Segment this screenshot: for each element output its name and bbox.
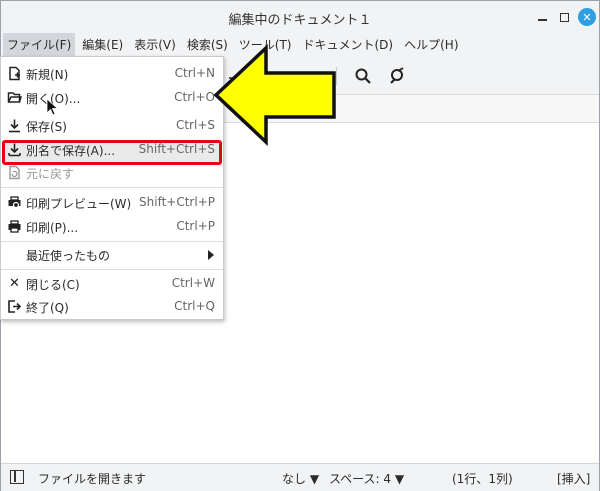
shortcut-label: Shift+Ctrl+P [139,195,215,209]
menu-help[interactable]: ヘルプ(H) [400,33,462,57]
shortcut-label: Ctrl+P [176,219,215,233]
printer-icon [8,220,21,233]
quit-icon [8,300,22,313]
menu-item-label: 別名で保存(A)... [26,144,116,158]
cursor-position: (1行、1列) [452,472,513,486]
shortcut-label: Ctrl+Q [174,299,215,313]
maximize-button[interactable] [555,8,573,26]
menu-item-label: 終了(Q) [26,301,69,315]
menu-item-save-as[interactable]: 別名で保存(A)... Shift+Ctrl+S [1,138,223,162]
tab-width-selector[interactable]: スペース: 4 ▼ [329,470,404,487]
shortcut-label: Ctrl+O [174,90,215,104]
status-bar: ファイルを開きます なし ▼ スペース: 4 ▼ (1行、1列) [挿入] [1,463,599,491]
syntax-highlight-selector[interactable]: なし ▼ [282,470,319,487]
close-icon: ✕ [582,10,592,24]
close-window-button[interactable]: ✕ [578,8,596,26]
menu-item-new[interactable]: 新規(N) Ctrl+N [1,62,223,86]
new-document-icon [9,66,20,81]
minimize-button[interactable] [533,8,551,26]
menu-edit[interactable]: 編集(E) [78,33,127,57]
menu-separator [1,269,223,270]
menu-separator [1,187,223,188]
menu-item-revert: 元に戻す [1,161,223,185]
menu-item-label: 印刷プレビュー(W) [26,197,132,211]
menu-separator [1,241,223,242]
side-panel-icon[interactable] [10,470,24,484]
maximize-icon [559,12,569,22]
save-as-icon [8,143,21,157]
menu-view[interactable]: 表示(V) [130,33,180,57]
replace-icon[interactable] [388,67,406,85]
menu-item-open[interactable]: 開く(O)... Ctrl+O [1,86,223,110]
revert-icon [9,165,20,180]
menu-item-quit[interactable]: 終了(Q) Ctrl+Q [1,295,223,319]
menu-item-print[interactable]: 印刷(P)... Ctrl+P [1,215,223,239]
menu-item-label: 最近使ったもの [26,249,111,263]
title-bar: 編集中のドキュメント１ ✕ [1,1,599,33]
shortcut-label: Shift+Ctrl+S [138,142,215,156]
minimize-icon [537,19,547,21]
shortcut-label: Ctrl+N [174,66,215,80]
folder-open-icon [7,92,22,103]
shortcut-label: Ctrl+W [171,276,215,290]
window-title: 編集中のドキュメント１ [228,13,372,28]
status-message: ファイルを開きます [38,472,147,486]
insert-mode[interactable]: [挿入] [557,470,590,487]
menu-item-label: 閉じる(C) [26,278,80,292]
menu-file[interactable]: ファイル(F) [3,33,76,57]
menu-item-label: 新規(N) [26,68,69,82]
menu-item-label: 元に戻す [26,167,75,181]
close-icon: ✕ [9,276,20,291]
search-icon[interactable] [354,67,372,85]
save-icon [9,119,20,133]
menu-item-close[interactable]: ✕ 閉じる(C) Ctrl+W [1,272,223,296]
menu-item-recent[interactable]: 最近使ったもの [1,243,223,267]
print-preview-icon [8,196,21,209]
menu-item-label: 保存(S) [26,120,67,134]
submenu-arrow-icon [208,250,214,260]
callout-arrow-icon [213,44,336,146]
menu-item-label: 印刷(P)... [26,221,79,235]
menu-item-save[interactable]: 保存(S) Ctrl+S [1,114,223,138]
mouse-cursor-icon [46,98,59,116]
file-menu-dropdown: 新規(N) Ctrl+N 開く(O)... Ctrl+O 保存(S) Ctrl+… [0,56,224,320]
menu-item-print-preview[interactable]: 印刷プレビュー(W) Shift+Ctrl+P [1,191,223,215]
